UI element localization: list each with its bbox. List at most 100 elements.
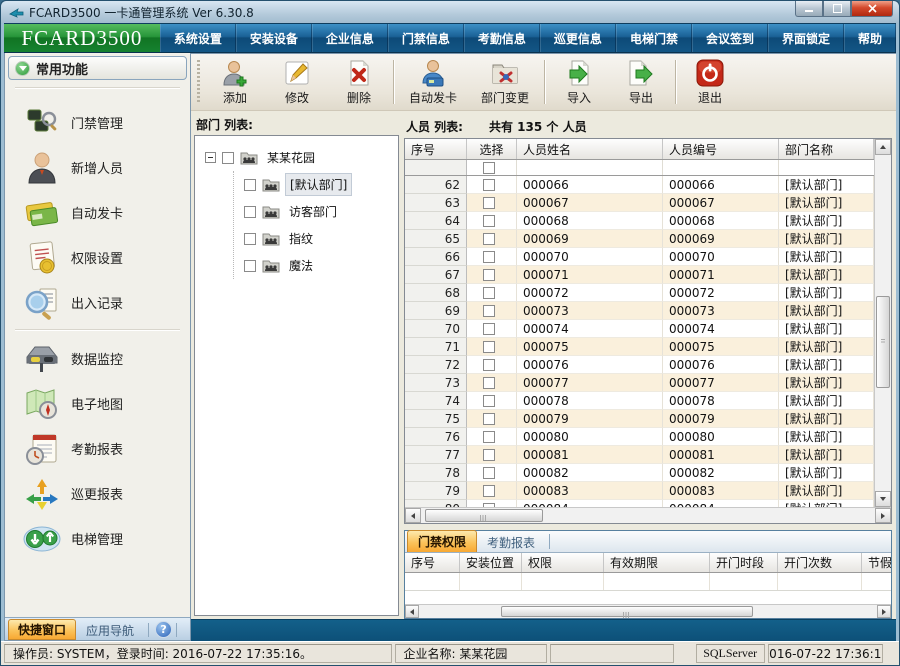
sidebar-header[interactable]: 常用功能 <box>8 56 187 80</box>
row-checkbox[interactable] <box>483 431 495 443</box>
tree-node-default-dept[interactable]: [默认部门] <box>244 171 394 198</box>
menu-item-patrol[interactable]: 巡更信息 <box>540 24 616 52</box>
scroll-left-icon[interactable] <box>405 508 421 523</box>
table-row[interactable]: 63 000067 000067 [默认部门] <box>405 194 874 212</box>
scrollbar-thumb[interactable] <box>876 296 890 388</box>
detail-column-header[interactable]: 权限 <box>522 553 604 572</box>
column-header-code[interactable]: 人员编号 <box>663 139 779 159</box>
sidebar-item-add-person[interactable]: 新增人员 <box>5 145 190 190</box>
detail-column-header[interactable]: 安装位置 <box>460 553 522 572</box>
table-row[interactable]: 71 000075 000075 [默认部门] <box>405 338 874 356</box>
minimize-button[interactable] <box>795 1 823 17</box>
toolbar-grip[interactable] <box>197 60 200 104</box>
collapse-icon[interactable] <box>205 152 216 163</box>
tree-node-fingerprint[interactable]: 指纹 <box>244 225 394 252</box>
resize-grip[interactable] <box>886 644 896 663</box>
row-checkbox[interactable] <box>483 395 495 407</box>
table-row[interactable]: 78 000082 000082 [默认部门] <box>405 464 874 482</box>
row-checkbox[interactable] <box>483 305 495 317</box>
row-checkbox[interactable] <box>483 251 495 263</box>
menu-item-meeting[interactable]: 会议签到 <box>692 24 768 52</box>
table-row[interactable]: 62 000066 000066 [默认部门] <box>405 176 874 194</box>
sidebar-item-access-mgmt[interactable]: 门禁管理 <box>5 100 190 145</box>
sidebar-item-records[interactable]: 出入记录 <box>5 280 190 325</box>
scroll-right-icon[interactable] <box>875 508 891 523</box>
sidebar-item-attendance-report[interactable]: 考勤报表 <box>5 426 190 471</box>
scrollbar-thumb[interactable] <box>501 606 753 617</box>
scroll-left-icon[interactable] <box>405 605 419 618</box>
tree-node-visitor-dept[interactable]: 访客部门 <box>244 198 394 225</box>
dept-change-button[interactable]: 部门变更 <box>469 56 541 108</box>
scrollbar-thumb[interactable] <box>425 509 543 522</box>
row-checkbox[interactable] <box>483 197 495 209</box>
row-checkbox[interactable] <box>483 215 495 227</box>
sidebar-item-patrol-report[interactable]: 巡更报表 <box>5 471 190 516</box>
column-header-select[interactable]: 选择 <box>467 139 517 159</box>
tree-node-magic[interactable]: 魔法 <box>244 252 394 279</box>
table-row[interactable]: 73 000077 000077 [默认部门] <box>405 374 874 392</box>
tab-quick-window[interactable]: 快捷窗口 <box>8 619 76 640</box>
tab-access-permission[interactable]: 门禁权限 <box>407 530 477 552</box>
menu-item-lock[interactable]: 界面锁定 <box>768 24 844 52</box>
delete-button[interactable]: 删除 <box>328 56 390 108</box>
close-button[interactable] <box>851 1 893 17</box>
sidebar-item-data-monitor[interactable]: 数据监控 <box>5 336 190 381</box>
edit-button[interactable]: 修改 <box>266 56 328 108</box>
sidebar-item-permission[interactable]: 权限设置 <box>5 235 190 280</box>
import-button[interactable]: 导入 <box>548 56 610 108</box>
detail-column-header[interactable]: 节假日 <box>862 553 891 572</box>
row-checkbox[interactable] <box>483 179 495 191</box>
tree-checkbox[interactable] <box>244 260 256 272</box>
detail-column-header[interactable]: 序号 <box>405 553 460 572</box>
column-header-dept[interactable]: 部门名称 <box>779 139 874 159</box>
horizontal-scrollbar[interactable] <box>405 507 891 523</box>
auto-card-button[interactable]: 自动发卡 <box>397 56 469 108</box>
row-checkbox[interactable] <box>483 287 495 299</box>
tree-checkbox[interactable] <box>222 152 234 164</box>
sidebar-item-emap[interactable]: 电子地图 <box>5 381 190 426</box>
row-checkbox[interactable] <box>483 377 495 389</box>
row-checkbox[interactable] <box>483 233 495 245</box>
tab-attendance-report[interactable]: 考勤报表 <box>477 532 545 552</box>
sidebar-item-elevator-mgmt[interactable]: 电梯管理 <box>5 516 190 561</box>
table-row[interactable]: 70 000074 000074 [默认部门] <box>405 320 874 338</box>
table-row[interactable]: 64 000068 000068 [默认部门] <box>405 212 874 230</box>
table-row[interactable]: 77 000081 000081 [默认部门] <box>405 446 874 464</box>
tree-checkbox[interactable] <box>244 179 256 191</box>
row-checkbox[interactable] <box>483 485 495 497</box>
tree-checkbox[interactable] <box>244 233 256 245</box>
row-checkbox[interactable] <box>483 467 495 479</box>
detail-column-header[interactable]: 有效期限 <box>604 553 710 572</box>
detail-column-header[interactable]: 开门时段 <box>710 553 778 572</box>
tree-node-root[interactable]: 某某花园 <box>199 144 394 171</box>
maximize-button[interactable] <box>823 1 851 17</box>
menu-item-attendance[interactable]: 考勤信息 <box>464 24 540 52</box>
scroll-up-icon[interactable] <box>875 139 891 155</box>
sidebar-item-auto-card[interactable]: 自动发卡 <box>5 190 190 235</box>
column-header-name[interactable]: 人员姓名 <box>517 139 663 159</box>
add-button[interactable]: 添加 <box>204 56 266 108</box>
table-row[interactable]: 74 000078 000078 [默认部门] <box>405 392 874 410</box>
table-row[interactable]: 72 000076 000076 [默认部门] <box>405 356 874 374</box>
menu-item-device[interactable]: 安装设备 <box>236 24 312 52</box>
detail-column-header[interactable]: 开门次数 <box>778 553 862 572</box>
table-row[interactable]: 69 000073 000073 [默认部门] <box>405 302 874 320</box>
table-row[interactable]: 67 000071 000071 [默认部门] <box>405 266 874 284</box>
scroll-down-icon[interactable] <box>875 491 891 507</box>
table-row[interactable]: 79 000083 000083 [默认部门] <box>405 482 874 500</box>
menu-item-system[interactable]: 系统设置 <box>160 24 236 52</box>
menu-item-elevator[interactable]: 电梯门禁 <box>616 24 692 52</box>
detail-horizontal-scrollbar[interactable] <box>405 604 891 618</box>
table-row[interactable]: 75 000079 000079 [默认部门] <box>405 410 874 428</box>
column-header-no[interactable]: 序号 <box>405 139 467 159</box>
exit-button[interactable]: 退出 <box>679 56 741 108</box>
row-checkbox[interactable] <box>483 449 495 461</box>
table-row[interactable]: 80 000084 000084 [默认部门] <box>405 500 874 507</box>
row-checkbox[interactable] <box>483 413 495 425</box>
menu-item-help[interactable]: 帮助 <box>844 24 896 52</box>
row-checkbox[interactable] <box>483 341 495 353</box>
select-all-checkbox[interactable] <box>483 162 495 174</box>
row-checkbox[interactable] <box>483 359 495 371</box>
tab-app-nav[interactable]: 应用导航 <box>76 620 144 640</box>
menu-item-access[interactable]: 门禁信息 <box>388 24 464 52</box>
